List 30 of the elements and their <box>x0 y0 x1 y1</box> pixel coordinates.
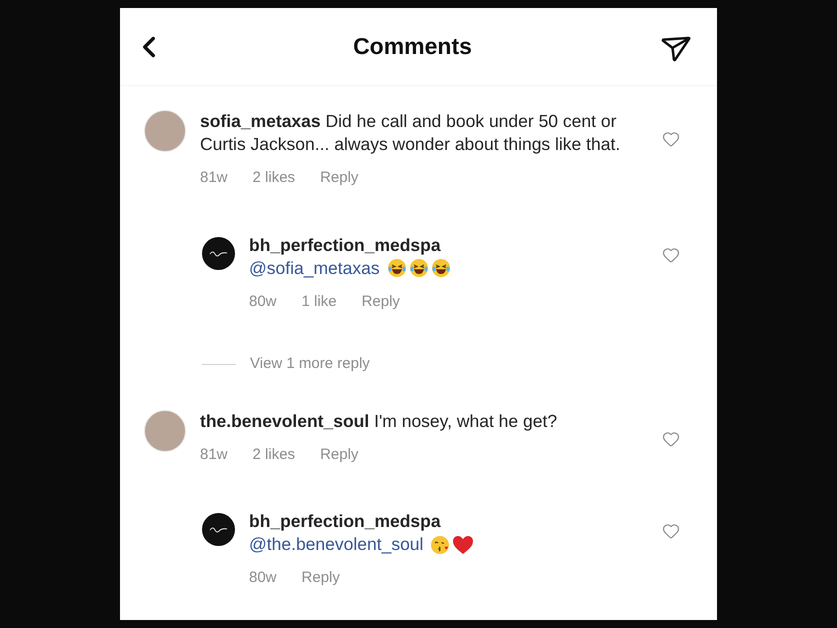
reply-username[interactable]: bh_perfection_medspa <box>249 234 662 256</box>
like-heart-icon[interactable] <box>662 522 680 540</box>
avatar-logo-icon[interactable] <box>202 513 235 546</box>
like-heart-icon[interactable] <box>662 130 680 148</box>
comment-text: the.benevolent_soul I'm nosey, what he get? <box>200 410 558 432</box>
like-heart-icon[interactable] <box>662 430 680 448</box>
comment-age: 80w <box>249 292 277 312</box>
reply-username[interactable]: bh_perfection_medspa <box>249 510 662 533</box>
like-count[interactable]: 2 likes <box>252 167 296 190</box>
laughing-face-icon <box>386 258 407 278</box>
comment-age: 80w <box>249 568 277 588</box>
reply-link[interactable]: Reply <box>320 444 358 466</box>
mention-link[interactable]: @the.benevolent_soul <box>249 533 424 556</box>
like-count[interactable]: 2 likes <box>252 444 296 466</box>
mention-link[interactable]: @sofia_metaxas <box>249 256 380 280</box>
reply-link[interactable]: Reply <box>302 567 340 590</box>
reply-link[interactable]: Reply <box>320 167 358 190</box>
reply-link[interactable]: Reply <box>362 290 400 313</box>
header-title: Comments <box>353 32 472 62</box>
like-heart-icon[interactable] <box>662 246 680 264</box>
laughing-face-icon <box>408 258 429 278</box>
comment-age: 81w <box>200 168 228 188</box>
comment-age: 81w <box>200 444 228 464</box>
kissing-face-icon <box>430 534 450 554</box>
like-count[interactable]: 1 like <box>302 290 337 313</box>
view-more-replies-link[interactable]: View 1 more reply <box>250 353 370 376</box>
avatar-logo-icon[interactable] <box>202 236 235 270</box>
heart-emoji-icon <box>452 534 474 554</box>
comment-text: sofia_metaxas Did he call and book under 50 cent or Curtis Jackson... always wonder about things like that. <box>200 110 622 156</box>
laughing-face-icon <box>430 258 451 278</box>
